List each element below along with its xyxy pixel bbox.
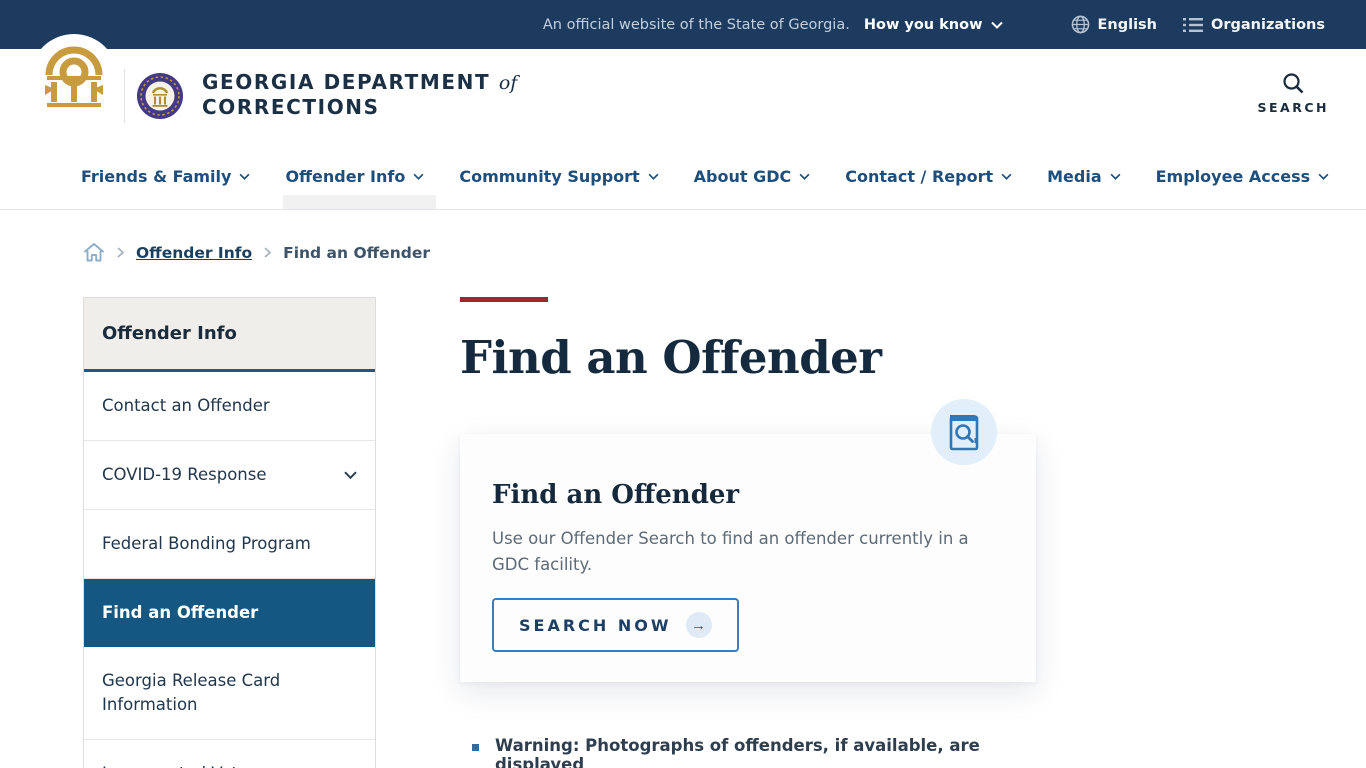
breadcrumb-link-offender-info[interactable]: Offender Info <box>136 244 252 262</box>
arrow-right-icon: → <box>685 612 712 639</box>
chevron-down-icon <box>1001 173 1012 180</box>
how-you-know-label: How you know <box>863 16 983 33</box>
breadcrumb: Offender Info Find an Offender <box>83 242 1366 263</box>
card-icon-badge <box>931 399 997 465</box>
agency-of: of <box>498 72 518 94</box>
find-offender-card: Find an Offender Use our Offender Search… <box>460 399 1036 683</box>
nav-item-media[interactable]: Media <box>1047 143 1121 209</box>
sidebar-item-label: Find an Offender <box>102 603 259 622</box>
page-title: Find an Offender <box>460 331 882 384</box>
language-selector[interactable]: English <box>1071 15 1158 34</box>
section-sidebar: Offender Info Contact an Offender COVID-… <box>83 297 376 768</box>
nav-label: Media <box>1047 166 1102 186</box>
sidebar-item-incarcerated-veterans[interactable]: Incarcerated Veterans <box>84 740 375 768</box>
sidebar-item-label: Incarcerated Veterans <box>102 762 284 768</box>
nav-item-employee-access[interactable]: Employee Access <box>1156 143 1329 209</box>
search-now-label: SEARCH NOW <box>519 615 672 635</box>
sidebar-item-georgia-release-card[interactable]: Georgia Release Card Information <box>84 647 375 740</box>
chevron-down-icon <box>413 173 424 180</box>
chevron-right-icon <box>117 247 124 258</box>
globe-icon <box>1071 15 1089 34</box>
chevron-down-icon <box>1110 173 1121 180</box>
chevron-down-icon <box>648 173 659 180</box>
bullet-icon <box>472 744 479 752</box>
sidebar-item-federal-bonding-program[interactable]: Federal Bonding Program <box>84 510 375 579</box>
warning-note: Warning: Photographs of offenders, if av… <box>460 736 1036 768</box>
agency-name-line2: CORRECTIONS <box>202 95 380 119</box>
home-icon[interactable] <box>83 242 105 263</box>
warning-text: Warning: Photographs of offenders, if av… <box>495 736 980 768</box>
nav-item-friends-family[interactable]: Friends & Family <box>81 143 250 209</box>
header-divider <box>124 69 125 123</box>
document-search-icon <box>949 415 979 451</box>
sidebar-item-find-an-offender[interactable]: Find an Offender <box>84 579 375 647</box>
sidebar-item-covid-19-response[interactable]: COVID-19 Response <box>84 441 375 510</box>
arch-logo-icon <box>45 46 103 107</box>
sidebar-item-label: Georgia Release Card Information <box>102 671 281 714</box>
content-columns: Offender Info Contact an Offender COVID-… <box>83 297 1366 768</box>
agency-title[interactable]: GEORGIA DEPARTMENT of CORRECTIONS <box>202 70 517 119</box>
chevron-down-icon <box>990 21 1003 29</box>
how-you-know-toggle[interactable]: How you know <box>864 17 1003 33</box>
nav-item-about-gdc[interactable]: About GDC <box>694 143 811 209</box>
chevron-down-icon <box>799 173 810 180</box>
card-description: Use our Offender Search to find an offen… <box>492 529 969 575</box>
list-icon <box>1183 17 1204 32</box>
sidebar-item-contact-an-offender[interactable]: Contact an Offender <box>84 372 375 441</box>
organizations-menu[interactable]: Organizations <box>1183 17 1325 33</box>
chevron-down-icon <box>1318 173 1329 180</box>
chevron-down-icon <box>344 471 357 479</box>
main-content: Find an Offender Find an Offender Use ou… <box>460 297 1036 768</box>
nav-item-community-support[interactable]: Community Support <box>459 143 659 209</box>
search-label: SEARCH <box>1257 100 1329 115</box>
organizations-label: Organizations <box>1211 16 1325 33</box>
search-now-button[interactable]: SEARCH NOW → <box>492 598 739 653</box>
official-website-text: An official website of the State of Geor… <box>542 16 850 33</box>
site-search-button[interactable]: SEARCH <box>1258 71 1329 115</box>
site-header: GEORGIA DEPARTMENT of CORRECTIONS SEARCH <box>0 34 1366 143</box>
chevron-down-icon <box>239 173 250 180</box>
nav-label: Friends & Family <box>81 166 232 186</box>
gdc-seal <box>137 73 183 119</box>
nav-label: Employee Access <box>1155 166 1311 186</box>
nav-label: Contact / Report <box>845 166 994 186</box>
nav-label: About GDC <box>693 166 792 186</box>
sidebar-item-label: Contact an Offender <box>102 396 270 415</box>
language-label: English <box>1097 16 1158 33</box>
main-navigation: Friends & Family Offender Info Community… <box>0 143 1366 210</box>
chevron-right-icon <box>264 247 272 258</box>
breadcrumb-current: Find an Offender <box>283 243 430 262</box>
nav-item-offender-info[interactable]: Offender Info <box>283 143 437 209</box>
search-icon <box>1283 73 1304 94</box>
page-content: Offender Info Find an Offender Offender … <box>0 242 1366 768</box>
georgia-arch-logo[interactable] <box>30 34 118 122</box>
nav-label: Community Support <box>459 166 640 186</box>
nav-item-contact-report[interactable]: Contact / Report <box>845 143 1012 209</box>
sidebar-title: Offender Info <box>84 298 375 372</box>
topbar-utility-group: English Organizations <box>1071 15 1325 34</box>
card-title: Find an Offender <box>492 480 740 510</box>
sidebar-item-label: COVID-19 Response <box>102 465 267 484</box>
nav-label: Offender Info <box>285 166 406 186</box>
official-state-banner: An official website of the State of Geor… <box>0 0 1366 49</box>
agency-name-caps: GEORGIA DEPARTMENT <box>202 70 491 94</box>
title-accent-bar <box>460 297 548 302</box>
sidebar-item-label: Federal Bonding Program <box>102 534 311 553</box>
